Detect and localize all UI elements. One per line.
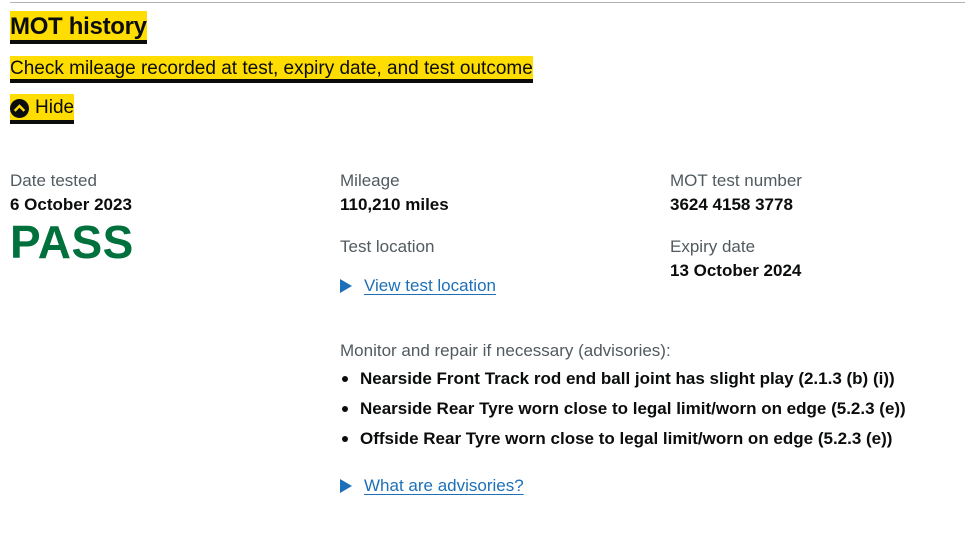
mileage-column: Mileage 110,210 miles Test location View… bbox=[340, 170, 496, 298]
section-summary-text[interactable]: Check mileage recorded at test, expiry d… bbox=[10, 58, 533, 79]
hide-toggle-button[interactable]: Hide bbox=[10, 96, 75, 120]
triangle-right-icon bbox=[340, 279, 352, 293]
section-summary[interactable]: Check mileage recorded at test, expiry d… bbox=[10, 57, 533, 81]
mileage-label: Mileage bbox=[340, 171, 400, 190]
test-date-column: Date tested 6 October 2023 PASS bbox=[10, 170, 134, 268]
advisory-list: Nearside Front Track rod end ball joint … bbox=[340, 364, 906, 454]
advisories-section: Monitor and repair if necessary (advisor… bbox=[340, 340, 906, 498]
view-test-location-toggle[interactable]: View test location bbox=[340, 274, 496, 298]
advisory-item: Nearside Front Track rod end ball joint … bbox=[340, 364, 906, 394]
what-are-advisories-toggle[interactable]: What are advisories? bbox=[340, 474, 906, 498]
section-title: MOT history bbox=[10, 12, 147, 42]
date-tested-label: Date tested bbox=[10, 171, 97, 190]
view-test-location-link[interactable]: View test location bbox=[364, 274, 496, 298]
chevron-up-circle-icon bbox=[10, 98, 29, 118]
test-result-status: PASS bbox=[10, 216, 134, 268]
section-divider bbox=[10, 2, 965, 3]
advisory-item: Nearside Rear Tyre worn close to legal l… bbox=[340, 394, 906, 424]
hide-toggle-label: Hide bbox=[35, 97, 75, 118]
expiry-date-value: 13 October 2024 bbox=[670, 261, 802, 280]
what-are-advisories-link[interactable]: What are advisories? bbox=[364, 474, 524, 498]
advisories-heading: Monitor and repair if necessary (advisor… bbox=[340, 341, 671, 360]
mot-test-number-label: MOT test number bbox=[670, 171, 802, 190]
expiry-date-label: Expiry date bbox=[670, 237, 756, 256]
section-title-text[interactable]: MOT history bbox=[10, 13, 147, 40]
advisory-item: Offside Rear Tyre worn close to legal li… bbox=[340, 424, 906, 454]
mot-test-number-value: 3624 4158 3778 bbox=[670, 195, 793, 214]
mileage-value: 110,210 miles bbox=[340, 195, 449, 214]
test-location-label: Test location bbox=[340, 237, 435, 256]
test-number-column: MOT test number 3624 4158 3778 Expiry da… bbox=[670, 170, 802, 284]
triangle-right-icon bbox=[340, 479, 352, 493]
date-tested-value: 6 October 2023 bbox=[10, 195, 132, 214]
